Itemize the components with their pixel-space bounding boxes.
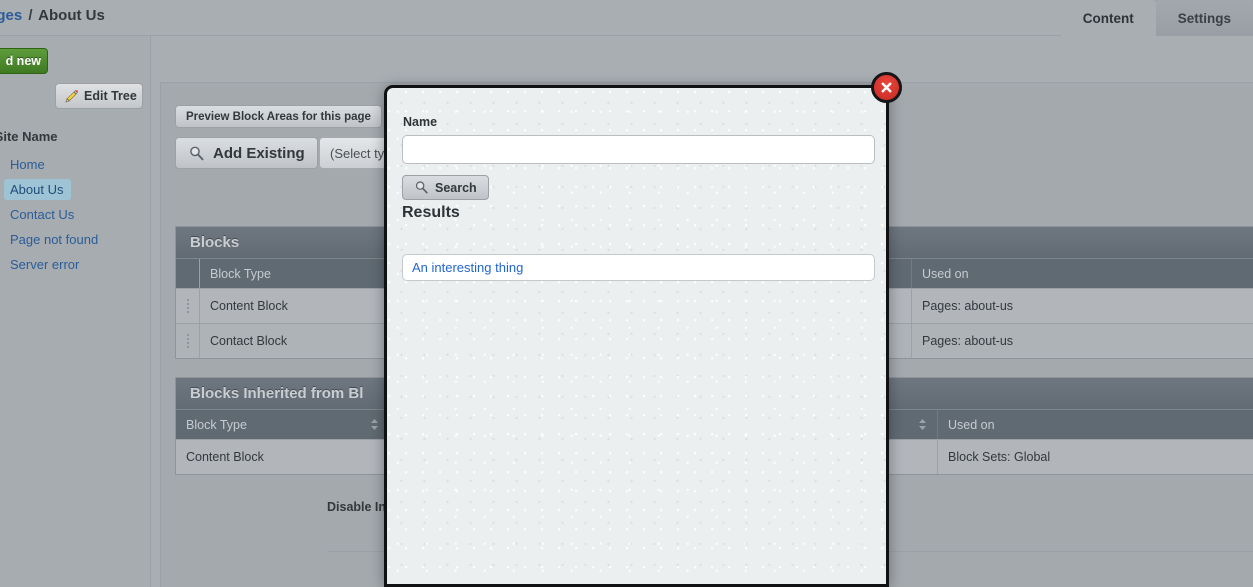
tab-settings[interactable]: Settings xyxy=(1155,0,1253,36)
blocks-col-used-on[interactable]: Used on xyxy=(912,259,1172,288)
site-name-heading: r Site Name xyxy=(0,129,58,144)
sidebar-item-contact-us[interactable]: Contact Us xyxy=(4,204,82,225)
name-input[interactable] xyxy=(402,135,875,164)
sort-arrows-icon[interactable] xyxy=(370,418,379,431)
preview-block-areas-button[interactable]: Preview Block Areas for this page xyxy=(175,105,382,128)
sidebar-item-about-us[interactable]: About Us xyxy=(4,179,72,200)
cell-used-on: Pages: about-us xyxy=(922,299,1014,313)
inherited-col-block-type[interactable]: Block Type xyxy=(176,410,390,439)
name-label: Name xyxy=(403,115,438,129)
blocks-col-used-on-label: Used on xyxy=(922,266,969,281)
drag-handle-icon[interactable] xyxy=(176,289,200,323)
drag-handle-icon[interactable] xyxy=(176,324,200,358)
close-icon[interactable] xyxy=(871,72,902,103)
blocks-col-handle xyxy=(176,259,200,288)
search-button-label: Search xyxy=(435,180,477,195)
cell-block-type: Contact Block xyxy=(200,324,390,358)
cell-block-type: Content Block xyxy=(176,440,390,474)
sidebar-item-home[interactable]: Home xyxy=(4,154,53,175)
inherited-col-used-on[interactable]: Used on xyxy=(938,410,1172,439)
edit-tree-label: Edit Tree xyxy=(84,89,137,103)
sidebar: d new Edit Tree r Site Name Home About U… xyxy=(0,36,151,587)
sidebar-item-server-error[interactable]: Server error xyxy=(4,254,87,275)
inherited-col-block-type-label: Block Type xyxy=(186,417,247,432)
top-bar: ages / About Us xyxy=(0,0,1113,36)
tab-content[interactable]: Content xyxy=(1060,0,1156,36)
blocks-col-block-type-label: Block Type xyxy=(210,266,271,281)
top-tabs: Content Settings xyxy=(1060,0,1253,36)
add-existing-block-dialog: Name Search Results An interesting thing xyxy=(384,85,889,587)
blocks-col-block-type[interactable]: Block Type xyxy=(200,259,390,288)
magnifier-icon xyxy=(188,145,205,162)
magnifier-icon xyxy=(414,180,429,195)
breadcrumb: ages / About Us xyxy=(0,7,105,24)
sort-arrows-icon[interactable] xyxy=(918,418,927,431)
add-new-button[interactable]: d new xyxy=(0,48,48,74)
add-existing-label: Add Existing xyxy=(213,144,305,162)
sidebar-item-page-not-found[interactable]: Page not found xyxy=(4,229,106,250)
result-list-item[interactable]: An interesting thing xyxy=(402,254,875,281)
breadcrumb-separator: / xyxy=(28,7,33,24)
search-button[interactable]: Search xyxy=(402,175,489,200)
cell-used-on: Block Sets: Global xyxy=(948,450,1051,464)
cell-used-on: Pages: about-us xyxy=(922,334,1014,348)
results-heading: Results xyxy=(402,204,460,221)
add-existing-button[interactable]: Add Existing xyxy=(175,137,318,169)
edit-tree-button[interactable]: Edit Tree xyxy=(55,83,143,109)
inherited-col-used-on-label: Used on xyxy=(948,417,995,432)
breadcrumb-current: About Us xyxy=(38,7,105,24)
breadcrumb-parent-link[interactable]: ages xyxy=(0,7,22,24)
pencil-icon xyxy=(64,89,79,104)
cell-block-type: Content Block xyxy=(200,289,390,323)
